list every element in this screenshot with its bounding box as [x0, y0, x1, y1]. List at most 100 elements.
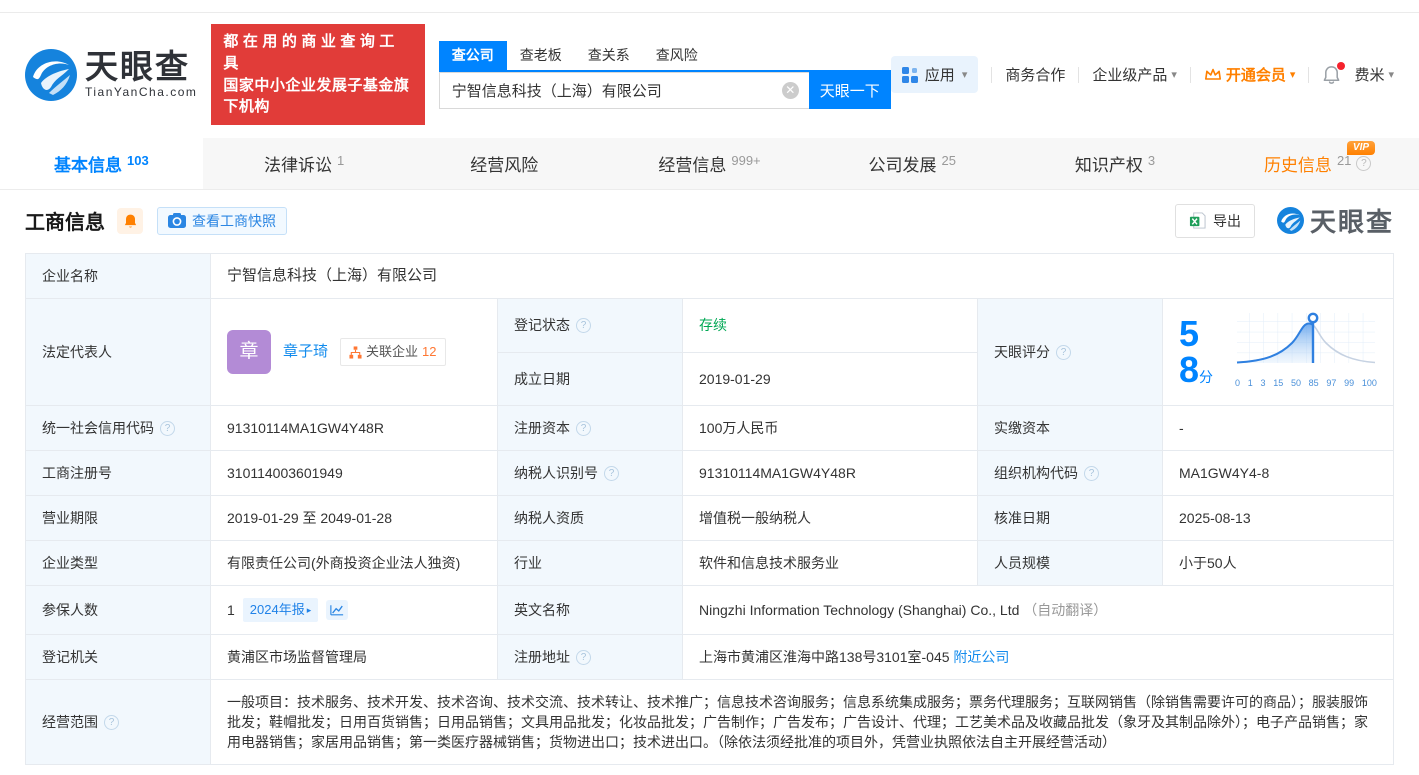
help-icon[interactable] — [104, 715, 119, 730]
slogan-line1: 都在用的商业查询工具 — [223, 31, 412, 75]
help-icon[interactable] — [1056, 345, 1071, 360]
legal-rep-avatar[interactable]: 章 — [227, 330, 271, 374]
export-label: 导出 — [1213, 211, 1241, 231]
score-value: 58 — [1179, 313, 1199, 390]
apps-menu-button[interactable]: 应用 ▾ — [891, 56, 979, 93]
field-label-establish-date: 成立日期 — [498, 352, 683, 406]
divider — [1078, 67, 1079, 83]
business-info-table: 企业名称 宁智信息科技（上海）有限公司 法定代表人 章 章子琦 关联企业12 登 — [25, 253, 1394, 765]
divider — [1190, 67, 1191, 83]
field-label-staff-size: 人员规模 — [978, 541, 1163, 586]
nav-vip-membership[interactable]: 开通会员▾ — [1204, 64, 1296, 85]
nav-cooperation[interactable]: 商务合作 — [1005, 64, 1065, 85]
field-value-paid-capital: - — [1163, 406, 1394, 451]
watermark-text: 天眼查 — [1310, 202, 1394, 239]
help-icon[interactable] — [576, 421, 591, 436]
auto-translate-note: （自动翻译） — [1023, 602, 1107, 618]
watermark-logo-icon — [1277, 207, 1304, 234]
field-label-legal-rep: 法定代表人 — [26, 299, 211, 406]
field-label-taxpayer-id: 纳税人识别号 — [498, 451, 683, 496]
field-value-staff-size: 小于50人 — [1163, 541, 1394, 586]
search-tab-risk[interactable]: 查风险 — [643, 41, 711, 70]
trend-chart-icon — [330, 604, 344, 616]
crown-icon — [1204, 67, 1222, 82]
notifications-button[interactable] — [1322, 65, 1341, 85]
field-label-reg-number: 工商注册号 — [26, 451, 211, 496]
table-row: 营业期限 2019-01-29 至 2049-01-28 纳税人资质 增值税一般… — [26, 496, 1394, 541]
field-value-establish-date: 2019-01-29 — [683, 352, 978, 406]
field-label-credit-code: 统一社会信用代码 — [26, 406, 211, 451]
table-row: 经营范围 一般项目：技术服务、技术开发、技术咨询、技术交流、技术转让、技术推广；… — [26, 680, 1394, 765]
score-chart-ticks: 0131550859799100 — [1235, 373, 1377, 393]
search-input[interactable] — [439, 72, 809, 109]
help-icon[interactable] — [576, 650, 591, 665]
tab-business-info[interactable]: 经营信息999+ — [608, 138, 811, 189]
help-icon[interactable] — [160, 421, 175, 436]
field-value-insured: 1 2024年报▸ — [211, 586, 498, 635]
tab-history-info[interactable]: VIP 历史信息21 — [1216, 138, 1419, 189]
chevron-right-icon: ▸ — [307, 600, 312, 620]
divider — [991, 67, 992, 83]
nearby-companies-link[interactable]: 附近公司 — [953, 649, 1009, 665]
camera-icon — [168, 213, 186, 228]
score-unit: 分 — [1199, 369, 1213, 385]
help-icon[interactable] — [1084, 466, 1099, 481]
user-menu[interactable]: 费米▾ — [1354, 64, 1394, 85]
export-button[interactable]: 导出 — [1175, 204, 1255, 238]
notification-dot — [1337, 62, 1345, 70]
field-label-org-code: 组织机构代码 — [978, 451, 1163, 496]
section-tools: 导出 天眼查 — [1175, 202, 1394, 239]
nav-enterprise[interactable]: 企业级产品▾ — [1092, 64, 1177, 85]
field-label-approval-date: 核准日期 — [978, 496, 1163, 541]
username: 费米 — [1354, 64, 1384, 85]
field-label-taxpayer-quality: 纳税人资质 — [498, 496, 683, 541]
field-value-credit-code: 91310114MA1GW4Y48R — [211, 406, 498, 451]
subscribe-button[interactable] — [117, 208, 143, 234]
field-label-company-type: 企业类型 — [26, 541, 211, 586]
tab-legal-proceedings[interactable]: 法律诉讼1 — [203, 138, 406, 189]
search-block: 查公司 查老板 查关系 查风险 ✕ 天眼一下 — [439, 41, 891, 109]
clear-search-icon[interactable]: ✕ — [782, 82, 799, 99]
table-row: 参保人数 1 2024年报▸ 英文名称 Ningzhi Information … — [26, 586, 1394, 635]
tianyancha-logo-icon — [25, 49, 77, 101]
table-row: 登记机关 黄浦区市场监督管理局 注册地址 上海市黄浦区淮海中路138号3101室… — [26, 635, 1394, 680]
legal-rep-name-link[interactable]: 章子琦 — [283, 342, 328, 362]
table-row: 统一社会信用代码 91310114MA1GW4Y48R 注册资本 100万人民币… — [26, 406, 1394, 451]
snapshot-button[interactable]: 查看工商快照 — [157, 207, 287, 235]
field-label-reg-authority: 登记机关 — [26, 635, 211, 680]
field-value-english-name: Ningzhi Information Technology (Shanghai… — [683, 586, 1394, 635]
search-tab-company[interactable]: 查公司 — [439, 41, 507, 70]
field-label-business-scope: 经营范围 — [26, 680, 211, 765]
chevron-down-icon: ▾ — [1290, 68, 1296, 81]
search-tab-relation[interactable]: 查关系 — [575, 41, 643, 70]
field-value-company-type: 有限责任公司(外商投资企业法人独资) — [211, 541, 498, 586]
chevron-down-icon: ▾ — [1171, 68, 1177, 81]
field-label-company-name: 企业名称 — [26, 254, 211, 299]
field-value-taxpayer-quality: 增值税一般纳税人 — [683, 496, 978, 541]
section-header: 工商信息 查看工商快照 导出 — [0, 190, 1419, 250]
tab-company-development[interactable]: 公司发展25 — [811, 138, 1014, 189]
field-label-score: 天眼评分 — [978, 299, 1163, 406]
tianyancha-logo[interactable]: 天眼查 TianYanCha.com — [25, 49, 197, 101]
field-value-approval-date: 2025-08-13 — [1163, 496, 1394, 541]
field-label-business-term: 营业期限 — [26, 496, 211, 541]
field-value-org-code: MA1GW4Y4-8 — [1163, 451, 1394, 496]
excel-icon — [1189, 212, 1206, 229]
help-icon[interactable] — [604, 466, 619, 481]
search-tab-boss[interactable]: 查老板 — [507, 41, 575, 70]
tab-basic-info[interactable]: 基本信息103 — [0, 138, 203, 189]
score-distribution-chart[interactable]: 0131550859799100 — [1235, 311, 1377, 393]
annual-report-tag[interactable]: 2024年报▸ — [243, 598, 318, 622]
field-value-reg-address: 上海市黄浦区淮海中路138号3101室-045 附近公司 — [683, 635, 1394, 680]
help-icon[interactable] — [576, 318, 591, 333]
field-label-reg-capital: 注册资本 — [498, 406, 683, 451]
search-button[interactable]: 天眼一下 — [809, 72, 891, 109]
field-value-reg-number: 310114003601949 — [211, 451, 498, 496]
related-companies-badge[interactable]: 关联企业12 — [340, 338, 445, 366]
help-icon[interactable] — [1356, 156, 1371, 171]
tab-operating-risk[interactable]: 经营风险 — [405, 138, 608, 189]
field-label-insured: 参保人数 — [26, 586, 211, 635]
trend-chart-button[interactable] — [326, 600, 348, 620]
tab-intellectual-property[interactable]: 知识产权3 — [1014, 138, 1217, 189]
page-top-strip — [0, 0, 1419, 13]
